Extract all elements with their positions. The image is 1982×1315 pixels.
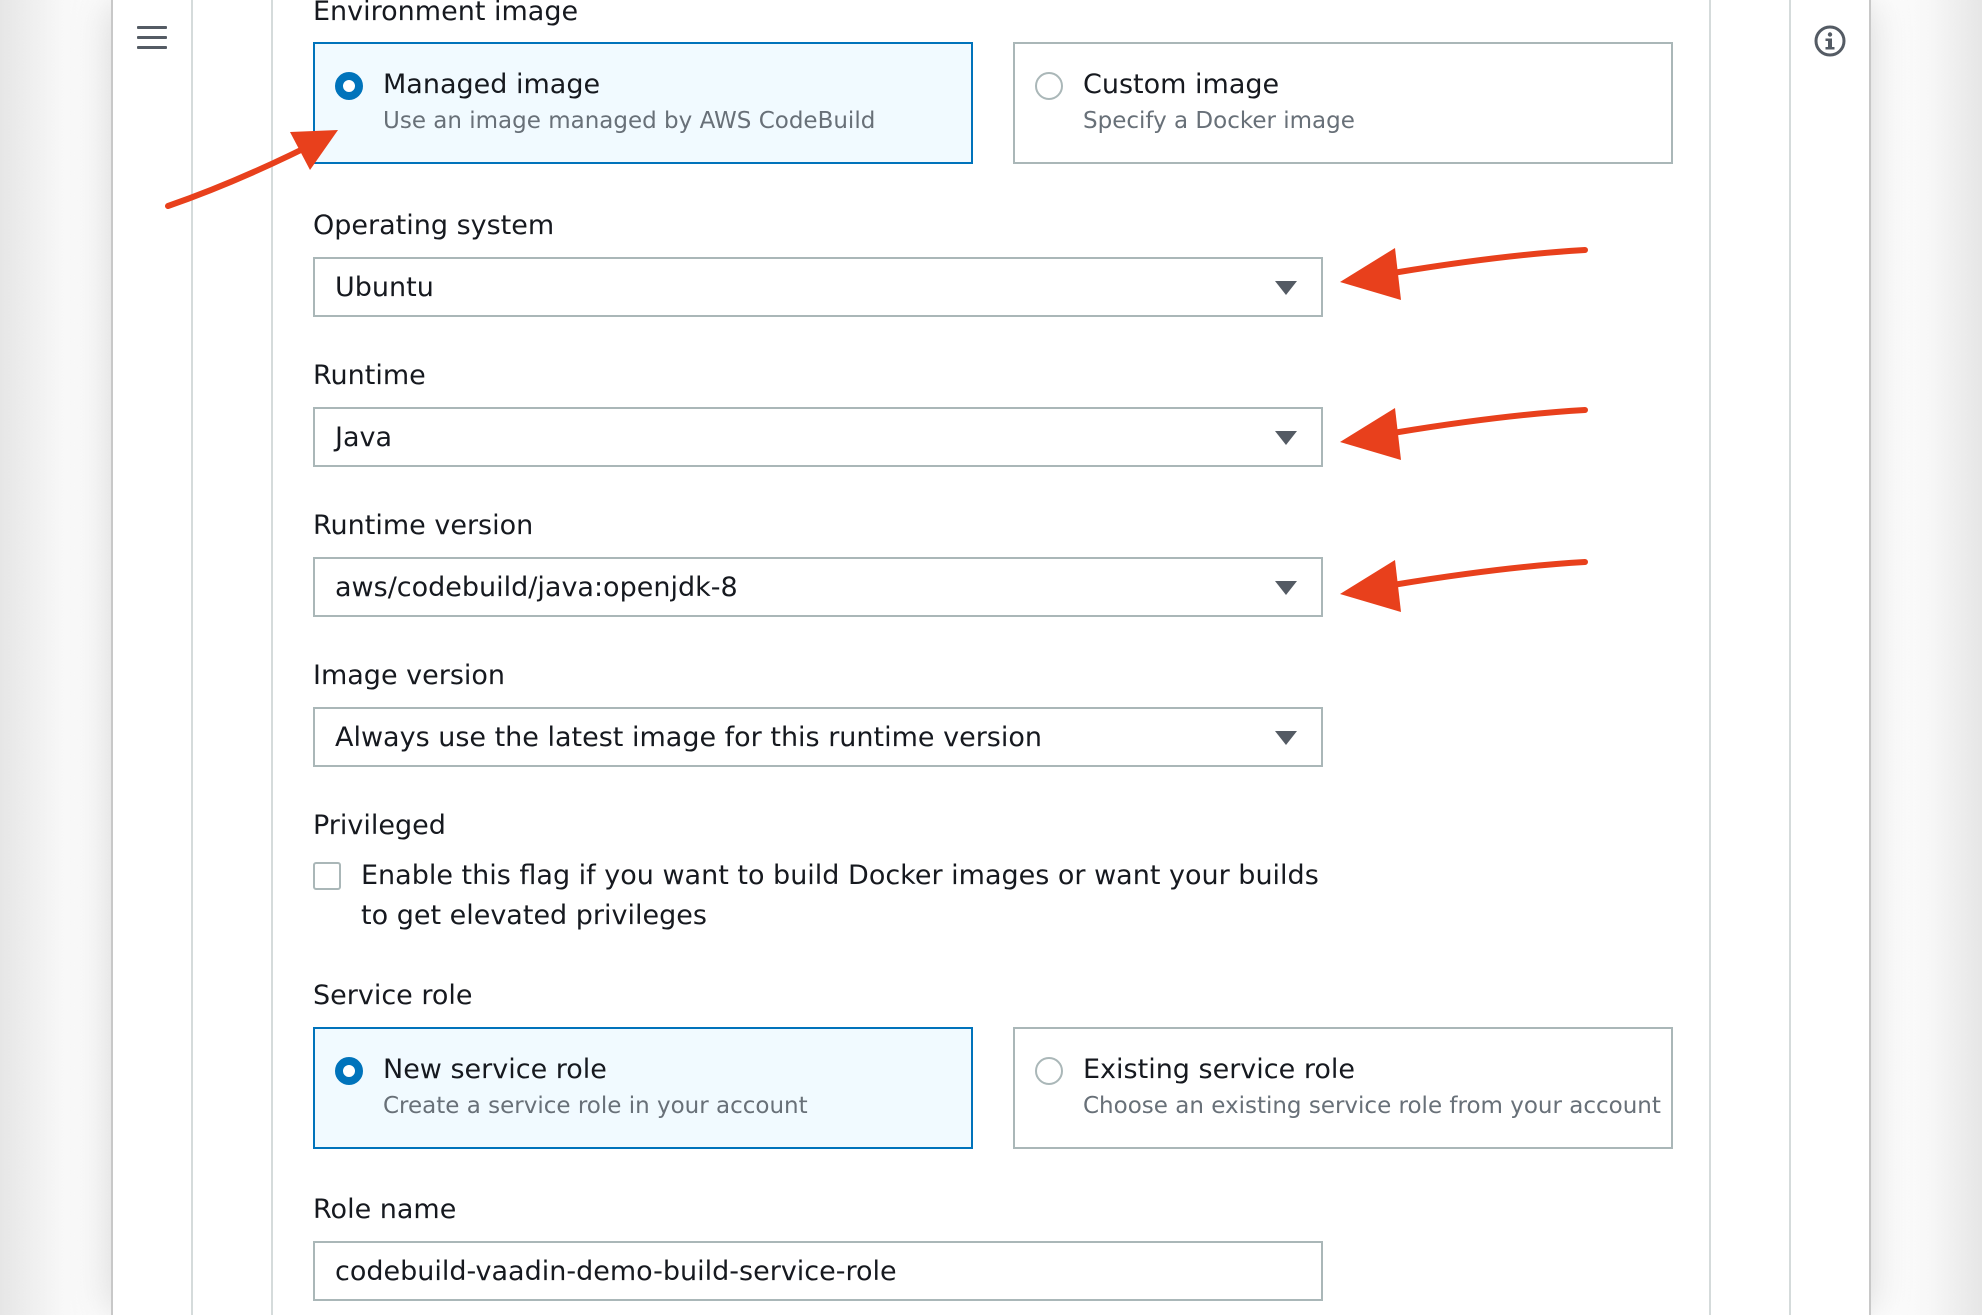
custom-image-description: Specify a Docker image <box>1083 108 1355 134</box>
runtime-version-select[interactable]: aws/codebuild/java:openjdk-8 <box>313 557 1323 617</box>
managed-image-radio[interactable] <box>335 72 363 100</box>
new-service-role-radio[interactable] <box>335 1057 363 1085</box>
hamburger-menu-icon[interactable] <box>137 26 167 50</box>
chevron-down-icon <box>1275 431 1297 445</box>
new-service-role-description: Create a service role in your account <box>383 1093 808 1119</box>
new-service-role-tile[interactable]: New service role Create a service role i… <box>313 1027 973 1149</box>
runtime-version-value: aws/codebuild/java:openjdk-8 <box>335 572 738 603</box>
navigation-rail <box>113 0 193 1315</box>
image-version-label: Image version <box>313 660 506 691</box>
console-window: Environment image Managed image Use an i… <box>111 0 1871 1315</box>
service-role-label: Service role <box>313 980 473 1011</box>
image-version-select[interactable]: Always use the latest image for this run… <box>313 707 1323 767</box>
environment-panel: Environment image Managed image Use an i… <box>271 0 1711 1315</box>
role-name-input[interactable] <box>313 1241 1323 1301</box>
existing-service-role-title: Existing service role <box>1083 1054 1355 1085</box>
privileged-label: Privileged <box>313 810 446 841</box>
existing-service-role-radio[interactable] <box>1035 1057 1063 1085</box>
chevron-down-icon <box>1275 731 1297 745</box>
operating-system-label: Operating system <box>313 210 555 241</box>
operating-system-select[interactable]: Ubuntu <box>313 257 1323 317</box>
content-area: Environment image Managed image Use an i… <box>193 0 1789 1315</box>
runtime-value: Java <box>335 422 393 453</box>
chevron-down-icon <box>1275 581 1297 595</box>
managed-image-tile[interactable]: Managed image Use an image managed by AW… <box>313 42 973 164</box>
custom-image-radio[interactable] <box>1035 72 1063 100</box>
existing-service-role-description: Choose an existing service role from you… <box>1083 1093 1661 1119</box>
custom-image-tile[interactable]: Custom image Specify a Docker image <box>1013 42 1673 164</box>
runtime-select[interactable]: Java <box>313 407 1323 467</box>
chevron-down-icon <box>1275 281 1297 295</box>
operating-system-value: Ubuntu <box>335 272 434 303</box>
managed-image-title: Managed image <box>383 69 601 100</box>
privileged-checkbox-label: Enable this flag if you want to build Do… <box>361 860 1319 931</box>
managed-image-description: Use an image managed by AWS CodeBuild <box>383 108 876 134</box>
help-rail <box>1789 0 1869 1315</box>
new-service-role-title: New service role <box>383 1054 607 1085</box>
role-name-label: Role name <box>313 1194 457 1225</box>
image-version-value: Always use the latest image for this run… <box>335 722 1043 753</box>
existing-service-role-tile[interactable]: Existing service role Choose an existing… <box>1013 1027 1673 1149</box>
environment-image-label: Environment image <box>313 0 579 27</box>
runtime-label: Runtime <box>313 360 426 391</box>
info-icon[interactable] <box>1813 24 1847 58</box>
custom-image-title: Custom image <box>1083 69 1280 100</box>
runtime-version-label: Runtime version <box>313 510 534 541</box>
privileged-checkbox[interactable] <box>313 862 341 890</box>
